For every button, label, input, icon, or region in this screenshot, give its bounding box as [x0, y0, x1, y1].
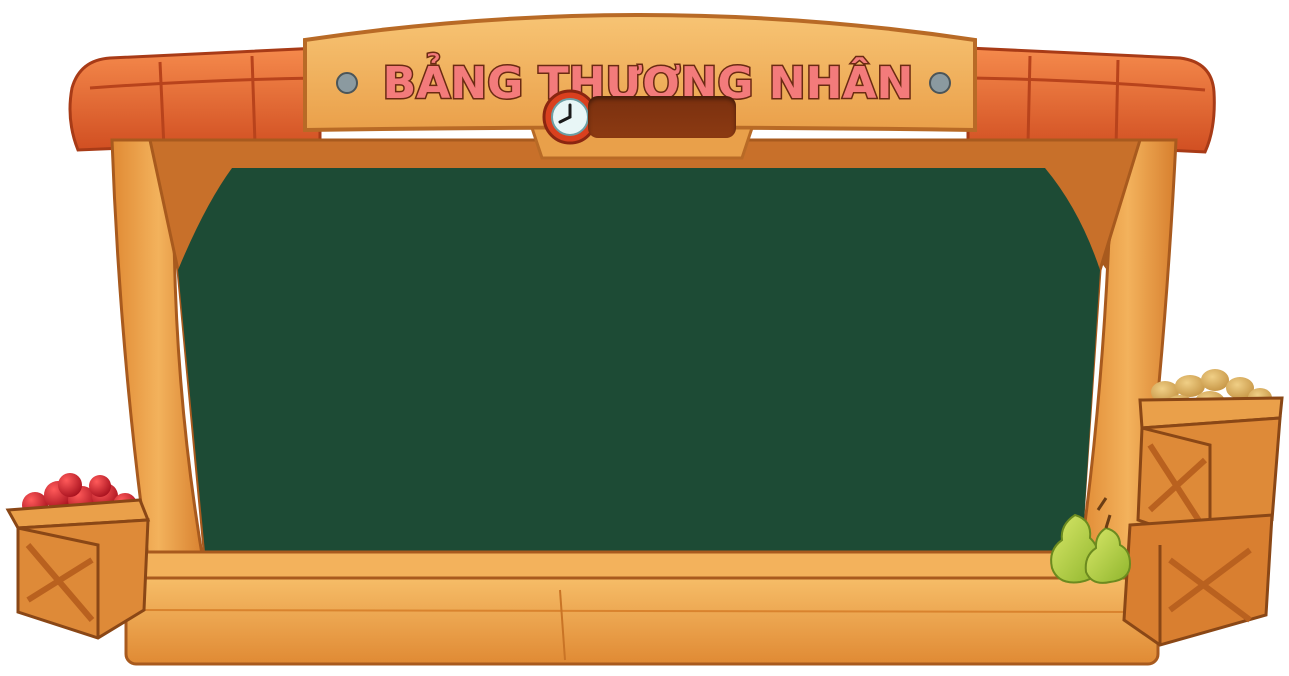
shelf	[124, 550, 1160, 666]
green-board	[178, 168, 1100, 552]
apple-crate-icon	[5, 473, 151, 640]
merchant-board-screen: BẢNG THƯƠNG NHÂN	[0, 0, 1289, 676]
potato-crate-icon	[1122, 369, 1284, 647]
timer-display	[588, 96, 736, 138]
bolt-left	[336, 72, 358, 94]
bolt-right	[929, 72, 951, 94]
